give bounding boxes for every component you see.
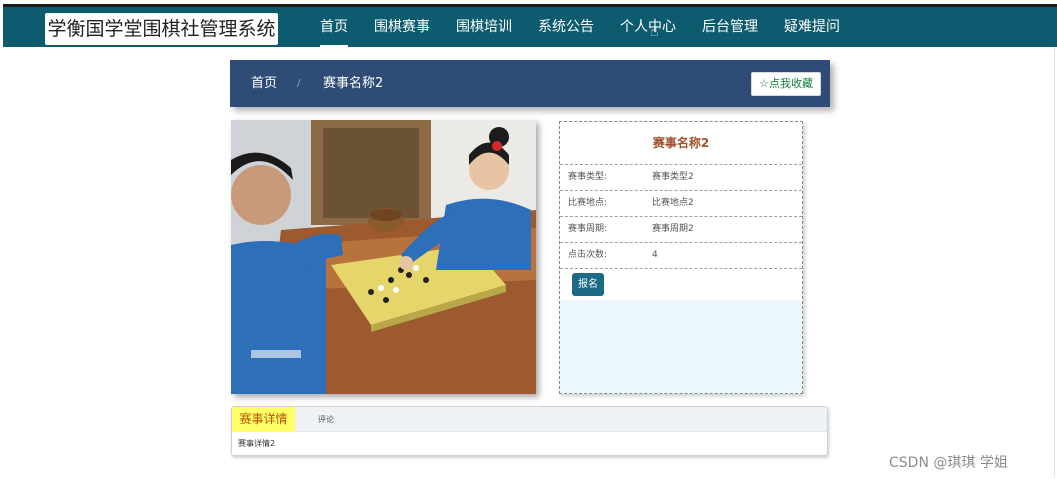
page-border xyxy=(1054,47,1055,477)
main-nav: 首页 围棋赛事 围棋培训 系统公告 个人中心 后台管理 疑难提问 xyxy=(307,7,853,47)
nav-item-questions[interactable]: 疑难提问 xyxy=(771,7,853,47)
info-value: 4 xyxy=(652,250,658,260)
tab-content: 赛事详情2 xyxy=(238,439,276,448)
nav-item-home[interactable]: 首页 xyxy=(307,7,361,47)
site-logo[interactable]: 学衡国学堂围棋社管理系统 xyxy=(45,13,278,45)
info-row-clicks: 点击次数: 4 xyxy=(560,242,802,268)
nav-item-personal-center[interactable]: 个人中心 xyxy=(607,7,689,47)
info-value: 赛事周期2 xyxy=(652,224,694,234)
breadcrumb-current: 赛事名称2 xyxy=(323,76,384,91)
info-label: 赛事类型: xyxy=(568,172,608,182)
breadcrumb-separator: / xyxy=(297,78,301,89)
info-label: 比赛地点: xyxy=(568,198,608,208)
favorite-button[interactable]: ☆点我收藏 xyxy=(751,72,821,96)
info-row-period: 赛事周期: 赛事周期2 xyxy=(560,216,802,242)
event-info-card: 赛事名称2 赛事类型: 赛事类型2 比赛地点: 比赛地点2 赛事周期: 赛事周期… xyxy=(559,121,803,394)
event-title: 赛事名称2 xyxy=(560,122,802,164)
info-row-type: 赛事类型: 赛事类型2 xyxy=(560,164,802,190)
apply-button[interactable]: 报名 xyxy=(572,273,604,296)
tab-header: 赛事详情 评论 xyxy=(232,407,827,432)
watermark: CSDN @琪琪 学姐 xyxy=(889,455,1008,471)
info-value: 赛事类型2 xyxy=(652,172,694,182)
nav-item-go-events[interactable]: 围棋赛事 xyxy=(361,7,443,47)
info-row-location: 比赛地点: 比赛地点2 xyxy=(560,190,802,216)
apply-area: 报名 xyxy=(560,268,802,300)
breadcrumb-home[interactable]: 首页 xyxy=(251,60,277,107)
tab-event-details[interactable]: 赛事详情 xyxy=(232,407,295,432)
hand-cursor-icon: ☝ xyxy=(650,24,659,40)
nav-item-admin[interactable]: 后台管理 xyxy=(689,7,771,47)
detail-tabs: 赛事详情 评论 赛事详情2 xyxy=(231,406,828,456)
tab-comments[interactable]: 评论 xyxy=(318,407,334,432)
info-label: 点击次数: xyxy=(568,250,608,260)
info-value: 比赛地点2 xyxy=(652,198,694,208)
info-label: 赛事周期: xyxy=(568,224,608,234)
nav-item-announcements[interactable]: 系统公告 xyxy=(525,7,607,47)
event-photo xyxy=(231,120,536,394)
breadcrumb: 首页 / 赛事名称2 ☆点我收藏 xyxy=(230,60,830,107)
top-navbar: 学衡国学堂围棋社管理系统 首页 围棋赛事 围棋培训 系统公告 个人中心 后台管理… xyxy=(3,4,1057,47)
nav-item-go-training[interactable]: 围棋培训 xyxy=(443,7,525,47)
